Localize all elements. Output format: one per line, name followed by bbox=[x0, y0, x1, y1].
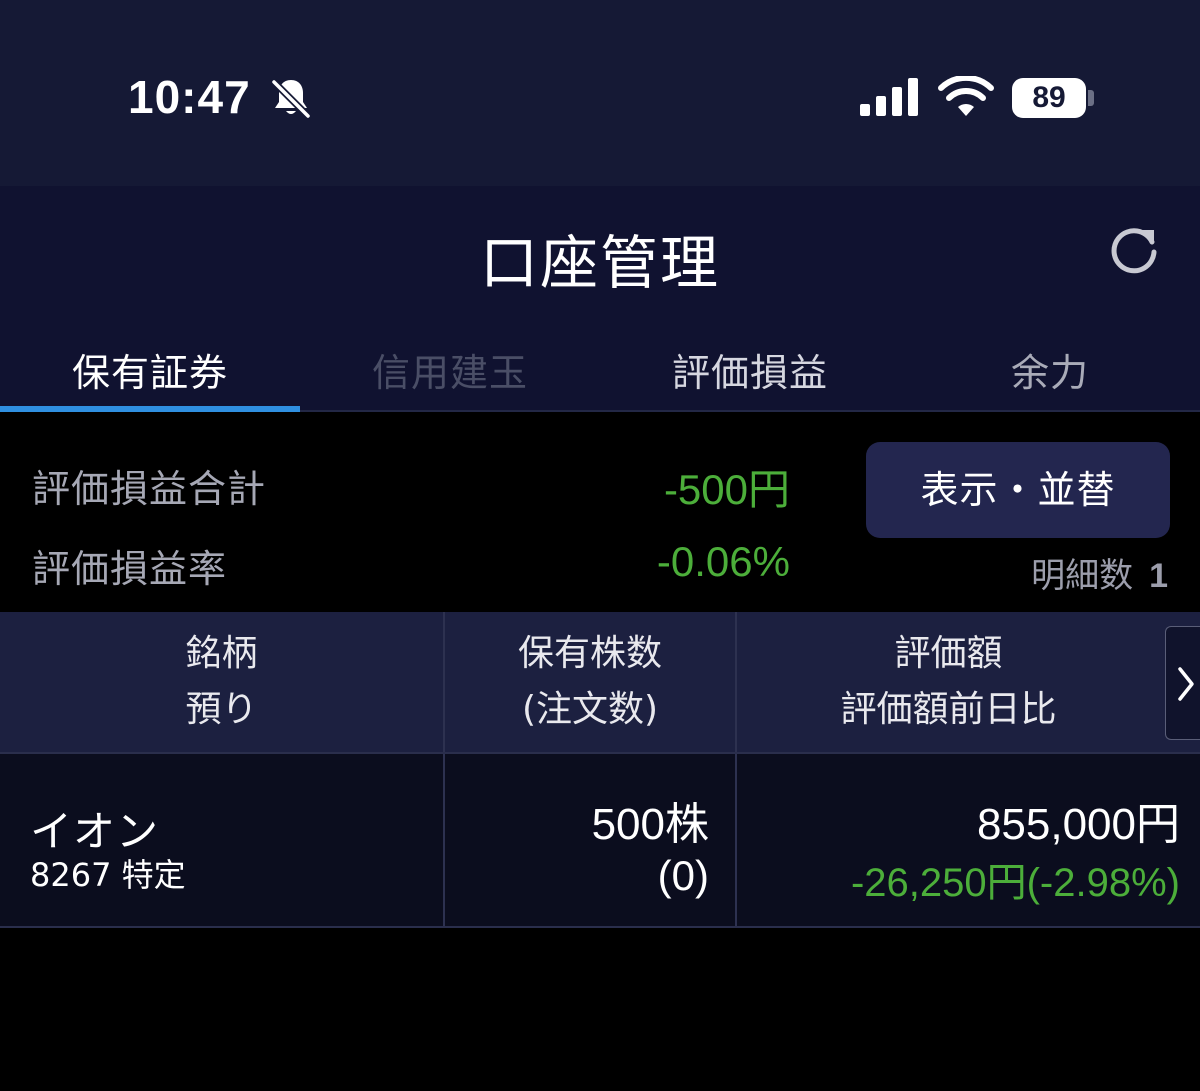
column-header-line1: 保有株数 bbox=[517, 633, 662, 674]
page-title: 口座管理 bbox=[479, 229, 720, 297]
app-header: 口座管理 保有証券 信用建玉 評価損益 余力 bbox=[0, 186, 1200, 412]
holding-quantity: 500株 bbox=[591, 800, 709, 849]
battery-level: 89 bbox=[1032, 81, 1066, 114]
column-header-line1: 評価額 bbox=[894, 633, 1003, 674]
cell-quantity: 500株 (0) bbox=[445, 754, 737, 926]
cell-valuation: 855,000円 -26,250円(-2.98%) bbox=[737, 754, 1200, 926]
tab-bar: 保有証券 信用建玉 評価損益 余力 bbox=[0, 326, 1200, 412]
total-pl-value: -500円 bbox=[663, 466, 790, 513]
status-bar: 10:47 89 bbox=[0, 0, 1200, 186]
order-quantity: (0) bbox=[657, 852, 709, 899]
battery-indicator: 89 bbox=[1012, 78, 1086, 118]
refresh-icon[interactable] bbox=[1106, 222, 1162, 278]
cellular-signal-icon bbox=[860, 78, 918, 116]
column-header-valuation[interactable]: 評価額 評価額前日比 bbox=[737, 612, 1200, 752]
bell-slash-icon bbox=[271, 79, 311, 119]
table-header: 銘柄 預り 保有株数 (注文数) 評価額 評価額前日比 bbox=[0, 612, 1200, 754]
column-header-line1: 銘柄 bbox=[185, 633, 258, 674]
tab-margin-positions[interactable]: 信用建玉 bbox=[300, 326, 600, 410]
valuation-amount: 855,000円 bbox=[976, 800, 1180, 849]
tab-holdings[interactable]: 保有証券 bbox=[0, 326, 300, 412]
stock-code-account: 8267 特定 bbox=[30, 856, 186, 894]
chevron-right-icon bbox=[1178, 667, 1194, 701]
wifi-icon bbox=[938, 76, 994, 116]
total-pl-label: 評価損益合計 bbox=[32, 467, 267, 511]
status-time: 10:47 bbox=[128, 71, 251, 123]
detail-count: 明細数 1 bbox=[1031, 548, 1168, 597]
valuation-change: -26,250円(-2.98%) bbox=[850, 861, 1180, 905]
summary-panel: 評価損益合計 -500円 評価損益率 -0.06% 表示・並替 明細数 1 bbox=[0, 412, 1200, 612]
column-header-quantity[interactable]: 保有株数 (注文数) bbox=[445, 612, 737, 752]
detail-count-label: 明細数 bbox=[1031, 556, 1134, 596]
pl-rate-label: 評価損益率 bbox=[32, 547, 228, 591]
tab-valuation-pl[interactable]: 評価損益 bbox=[600, 326, 900, 410]
detail-count-value: 1 bbox=[1149, 557, 1168, 595]
next-columns-button[interactable] bbox=[1165, 626, 1200, 740]
column-header-stock[interactable]: 銘柄 預り bbox=[0, 612, 445, 752]
tab-buying-power[interactable]: 余力 bbox=[900, 326, 1200, 410]
display-sort-button[interactable]: 表示・並替 bbox=[866, 442, 1170, 538]
battery-cap bbox=[1088, 90, 1094, 106]
table-row[interactable]: イオン 8267 特定 500株 (0) 855,000円 -26,250円(-… bbox=[0, 754, 1200, 928]
pl-rate-value: -0.06% bbox=[656, 538, 790, 585]
column-header-line2: 評価額前日比 bbox=[840, 689, 1057, 730]
column-header-line2: (注文数) bbox=[521, 689, 659, 730]
cell-stock: イオン 8267 特定 bbox=[0, 754, 445, 926]
column-header-line2: 預り bbox=[185, 689, 258, 730]
